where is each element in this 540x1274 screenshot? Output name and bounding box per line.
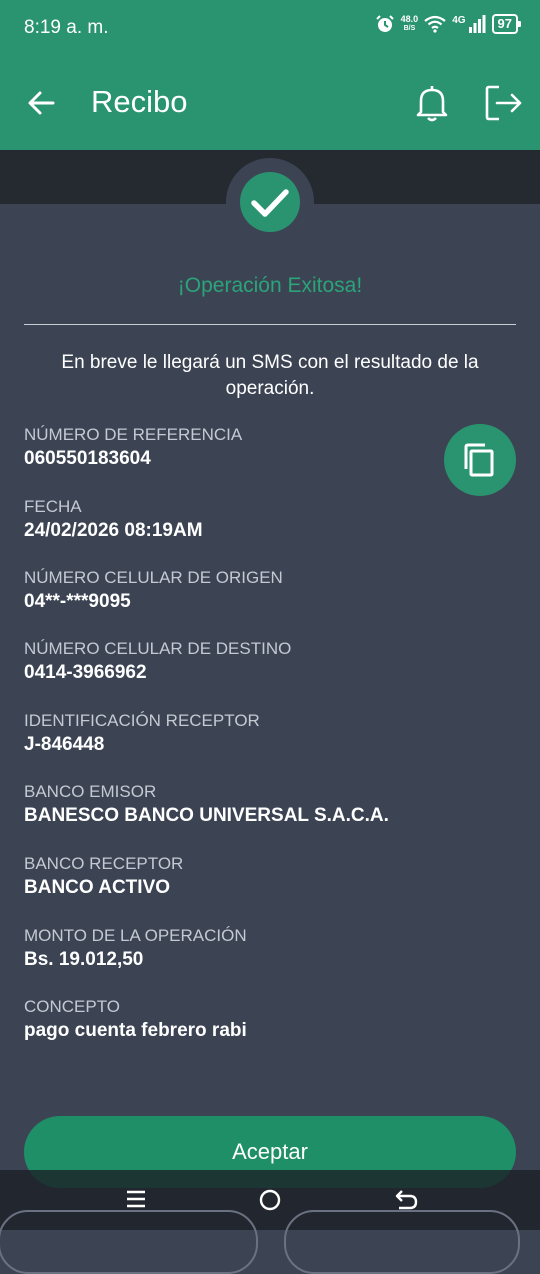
field-value: 24/02/2026 08:19AM xyxy=(24,520,203,541)
logout-icon[interactable] xyxy=(484,84,524,122)
partial-button-right xyxy=(284,1210,520,1274)
field-label: FECHA xyxy=(24,497,82,516)
field-issuing-bank: BANCO EMISOR BANESCO BANCO UNIVERSAL S.A… xyxy=(24,781,389,829)
home-icon[interactable] xyxy=(258,1188,282,1212)
bell-icon[interactable] xyxy=(414,84,450,122)
field-value: BANCO ACTIVO xyxy=(24,877,171,898)
field-label: BANCO EMISOR xyxy=(24,782,157,801)
status-icons: 48.0 B/S 4G 97 xyxy=(375,14,522,34)
sms-notice: En breve le llegará un SMS con el result… xyxy=(61,352,479,399)
field-amount: MONTO DE LA OPERACIÓN Bs. 19.012,50 xyxy=(24,925,247,973)
field-value: pago cuenta febrero rabi xyxy=(24,1020,247,1041)
field-concept: CONCEPTO pago cuenta febrero rabi xyxy=(24,996,247,1044)
field-reference: NÚMERO DE REFERENCIA 060550183604 xyxy=(24,424,242,472)
alarm-icon xyxy=(375,15,394,32)
field-label: CONCEPTO xyxy=(24,997,121,1016)
status-time: 8:19 a. m. xyxy=(24,17,109,38)
field-label: MONTO DE LA OPERACIÓN xyxy=(24,926,247,945)
arrow-back-icon[interactable] xyxy=(26,88,56,118)
network-speed-value: 48.0 xyxy=(400,14,419,24)
field-label: NÚMERO CELULAR DE ORIGEN xyxy=(24,568,283,587)
field-label: NÚMERO DE REFERENCIA xyxy=(24,425,243,444)
back-nav-icon[interactable] xyxy=(393,1188,419,1212)
signal-icon xyxy=(468,15,486,33)
field-value: BANESCO BANCO UNIVERSAL S.A.C.A. xyxy=(24,805,389,826)
field-label: BANCO RECEPTOR xyxy=(24,854,184,873)
success-message: ¡Operación Exitosa! xyxy=(177,274,363,297)
app-bar: Recibo xyxy=(0,56,540,150)
recent-apps-icon[interactable] xyxy=(125,1188,147,1210)
copy-reference-button[interactable] xyxy=(444,424,516,496)
success-badge xyxy=(240,172,300,232)
network-type: 4G xyxy=(452,14,466,26)
field-value: J-846448 xyxy=(24,734,105,755)
field-label: IDENTIFICACIÓN RECEPTOR xyxy=(24,711,260,730)
status-bar: 8:19 a. m. 48.0 B/S 4G 97 xyxy=(0,0,540,56)
field-receiving-bank: BANCO RECEPTOR BANCO ACTIVO xyxy=(24,853,183,901)
partial-button-left xyxy=(0,1210,258,1274)
field-destination-phone: NÚMERO CELULAR DE DESTINO 0414-3966962 xyxy=(24,638,291,686)
field-date: FECHA 24/02/2026 08:19AM xyxy=(24,496,203,544)
field-value: 04**-***9095 xyxy=(24,591,131,612)
page-title: Recibo xyxy=(91,84,188,119)
field-origin-phone: NÚMERO CELULAR DE ORIGEN 04**-***9095 xyxy=(24,567,283,615)
network-speed-unit: B/S xyxy=(403,25,416,32)
field-label: NÚMERO CELULAR DE DESTINO xyxy=(24,639,292,658)
battery-indicator: 97 xyxy=(491,14,522,34)
field-receiver-id: IDENTIFICACIÓN RECEPTOR J-846448 xyxy=(24,710,260,758)
check-icon xyxy=(251,189,289,217)
field-value: 0414-3966962 xyxy=(24,662,147,683)
field-value: Bs. 19.012,50 xyxy=(24,949,144,970)
wifi-icon xyxy=(424,15,446,33)
field-value: 060550183604 xyxy=(24,448,151,469)
copy-icon xyxy=(464,443,494,477)
divider xyxy=(24,324,516,325)
network-speed: 48.0 B/S xyxy=(401,15,419,33)
